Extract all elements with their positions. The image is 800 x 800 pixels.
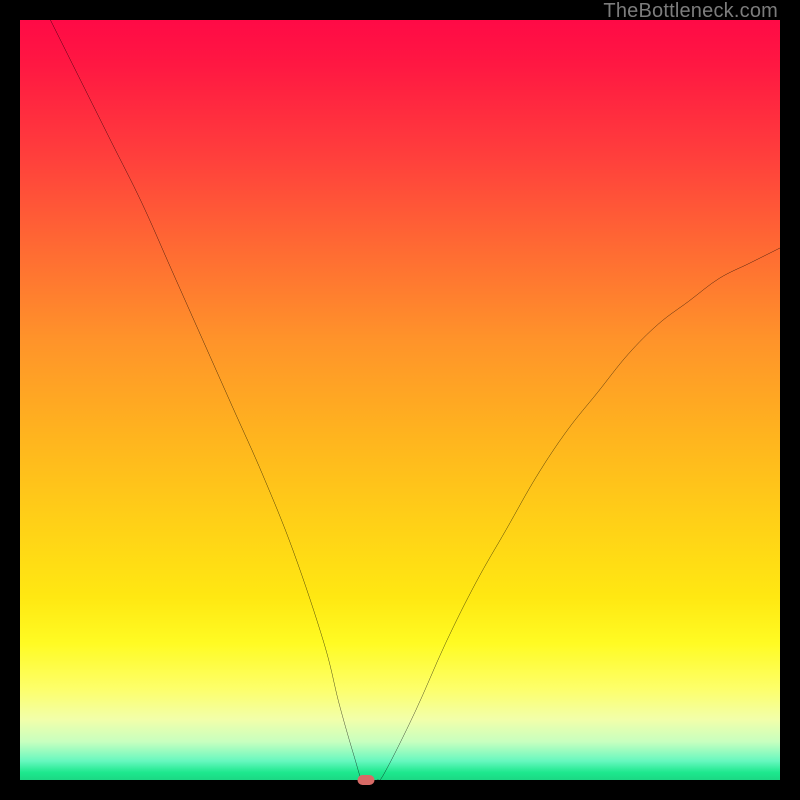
bottleneck-curve bbox=[20, 20, 780, 780]
chart-canvas: TheBottleneck.com bbox=[0, 0, 800, 800]
plot-area bbox=[20, 20, 780, 780]
watermark-text: TheBottleneck.com bbox=[603, 0, 778, 23]
optimal-marker bbox=[357, 775, 374, 785]
